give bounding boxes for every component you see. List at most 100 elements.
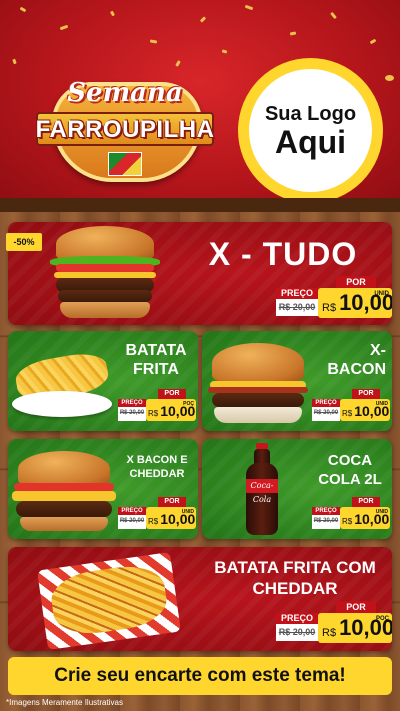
por-label: POR bbox=[158, 497, 186, 507]
old-price-value: R$ 20,00 bbox=[313, 518, 339, 524]
price-tag: PREÇO R$ 20,00 POR R$ 10,00 UNID bbox=[276, 276, 392, 320]
unit-label: UNID bbox=[181, 509, 194, 515]
product-name: COCA COLA 2L bbox=[310, 451, 390, 489]
old-price-label: PREÇO bbox=[276, 613, 318, 624]
logo-placeholder: Sua Logo Aqui bbox=[238, 58, 383, 203]
currency: R$ bbox=[148, 517, 159, 526]
bottle-label: Coca-Cola bbox=[246, 479, 278, 504]
product-name-line2: CHEDDAR bbox=[129, 468, 185, 480]
old-price-box: PREÇO R$ 20,00 bbox=[312, 507, 340, 529]
wood-top-bar bbox=[0, 198, 400, 212]
bun-top bbox=[18, 451, 110, 487]
burger-image bbox=[50, 224, 160, 324]
old-price-box: PREÇO R$ 20,00 bbox=[276, 288, 318, 316]
bottle-image: Coca-Cola bbox=[242, 443, 282, 537]
old-price-label: PREÇO bbox=[118, 507, 146, 515]
product-name-line1: BATATA bbox=[125, 342, 187, 359]
confetti bbox=[109, 10, 116, 17]
product-card-x-tudo[interactable]: X - TUDO PREÇO R$ 20,00 POR R$ 10,00 UNI… bbox=[8, 222, 392, 325]
product-name: BATATA FRITA bbox=[116, 341, 196, 379]
price-tag: PREÇO R$ 20,00 POR R$ 10,00 UNID bbox=[312, 389, 390, 423]
new-price-box: R$ 10,00 POÇ bbox=[146, 399, 196, 421]
tomato bbox=[14, 483, 114, 491]
price-tag: PREÇO R$ 20,00 POR R$ 10,00 UNID bbox=[118, 497, 196, 531]
product-name: BATATA FRITA COM CHEDDAR bbox=[200, 557, 390, 599]
old-price-label: PREÇO bbox=[118, 399, 146, 407]
confetti bbox=[149, 39, 158, 44]
logo-placeholder-line1: Sua Logo bbox=[264, 103, 357, 125]
product-card-x-bacon[interactable]: X- BACON PREÇO R$ 20,00 POR R$ 10,00 UNI… bbox=[202, 331, 392, 431]
por-label: POR bbox=[158, 389, 186, 399]
discount-badge: -50% bbox=[6, 233, 42, 251]
tomato bbox=[56, 264, 154, 272]
product-name-line2: FRITA bbox=[133, 361, 179, 378]
price-tag: PREÇO R$ 20,00 POR R$ 10,00 UNID bbox=[312, 497, 390, 531]
event-title-line2: FARROUPILHA bbox=[35, 116, 215, 143]
confetti bbox=[244, 4, 254, 11]
bun-top bbox=[212, 343, 304, 383]
unit-label: POÇ bbox=[183, 401, 194, 407]
old-price-label: PREÇO bbox=[276, 288, 318, 299]
product-name-line1: BATATA FRITA COM bbox=[214, 558, 376, 577]
unit-label: UNID bbox=[375, 401, 388, 407]
por-label: POR bbox=[336, 601, 376, 613]
cheddar bbox=[12, 491, 116, 501]
unit-label: UNID bbox=[375, 509, 388, 515]
confetti bbox=[12, 58, 17, 65]
confetti bbox=[175, 60, 181, 67]
confetti bbox=[199, 16, 207, 23]
product-name: X- BACON bbox=[310, 341, 390, 379]
unit-label: UNID bbox=[374, 291, 389, 297]
old-price-box: PREÇO R$ 20,00 bbox=[118, 399, 146, 421]
new-price-box: R$ 10,00 UNID bbox=[340, 399, 390, 421]
unit-label: POÇ bbox=[375, 616, 389, 622]
currency: R$ bbox=[342, 409, 353, 418]
new-price-box: R$ 10,00 UNID bbox=[318, 288, 392, 318]
product-card-batata-cheddar[interactable]: BATATA FRITA COM CHEDDAR PREÇO R$ 20,00 … bbox=[8, 547, 392, 651]
rs-flag-icon bbox=[108, 152, 142, 176]
cta-banner[interactable]: Crie seu encarte com este tema! bbox=[8, 657, 392, 695]
cheddar-fries-image bbox=[34, 552, 184, 650]
confetti bbox=[59, 24, 69, 31]
product-card-batata-frita[interactable]: BATATA FRITA PREÇO R$ 20,00 POR R$ 10,00… bbox=[8, 331, 198, 431]
currency: R$ bbox=[322, 302, 337, 314]
footnote: *Imagens Meramente Ilustrativas bbox=[6, 698, 123, 707]
confetti bbox=[369, 38, 377, 45]
old-price-label: PREÇO bbox=[312, 399, 340, 407]
event-logo: Semana FARROUPILHA bbox=[30, 72, 220, 192]
new-price-box: R$ 10,00 POÇ bbox=[318, 613, 392, 643]
new-price-box: R$ 10,00 UNID bbox=[340, 507, 390, 529]
product-name: X BACON E CHEDDAR bbox=[118, 453, 196, 481]
burger-image bbox=[12, 449, 116, 537]
old-price-box: PREÇO R$ 20,00 bbox=[276, 613, 318, 641]
price-tag: PREÇO R$ 20,00 POR R$ 10,00 POÇ bbox=[118, 389, 196, 423]
old-price-box: PREÇO R$ 20,00 bbox=[312, 399, 340, 421]
old-price-value: R$ 20,00 bbox=[278, 302, 316, 312]
product-name-line1: COCA bbox=[327, 452, 373, 469]
event-title-line1: Semana bbox=[67, 78, 183, 108]
confetti bbox=[221, 49, 228, 54]
por-label: POR bbox=[352, 497, 380, 507]
old-price-value: R$ 20,00 bbox=[119, 518, 145, 524]
product-card-coca-cola[interactable]: Coca-Cola COCA COLA 2L PREÇO R$ 20,00 PO… bbox=[202, 439, 392, 539]
por-label: POR bbox=[336, 276, 376, 288]
bowl bbox=[12, 391, 112, 417]
logo-placeholder-line2: Aqui bbox=[274, 124, 347, 160]
product-name-line2: BACON bbox=[327, 361, 386, 378]
product-name-line2: COLA 2L bbox=[318, 471, 382, 488]
old-price-label: PREÇO bbox=[312, 507, 340, 515]
logo-placeholder-inner: Sua Logo Aqui bbox=[249, 69, 372, 192]
new-price-box: R$ 10,00 UNID bbox=[146, 507, 196, 529]
price-tag: PREÇO R$ 20,00 POR R$ 10,00 POÇ bbox=[276, 601, 392, 645]
fries-image bbox=[8, 349, 118, 431]
patty bbox=[58, 290, 152, 302]
confetti bbox=[19, 6, 27, 13]
confetti bbox=[289, 31, 297, 36]
old-price-value: R$ 20,00 bbox=[313, 410, 339, 416]
patty bbox=[212, 393, 304, 407]
product-card-x-bacon-cheddar[interactable]: X BACON E CHEDDAR PREÇO R$ 20,00 POR R$ … bbox=[8, 439, 198, 539]
patty bbox=[16, 501, 112, 517]
old-price-box: PREÇO R$ 20,00 bbox=[118, 507, 146, 529]
currency: R$ bbox=[148, 409, 159, 418]
currency: R$ bbox=[322, 627, 337, 639]
